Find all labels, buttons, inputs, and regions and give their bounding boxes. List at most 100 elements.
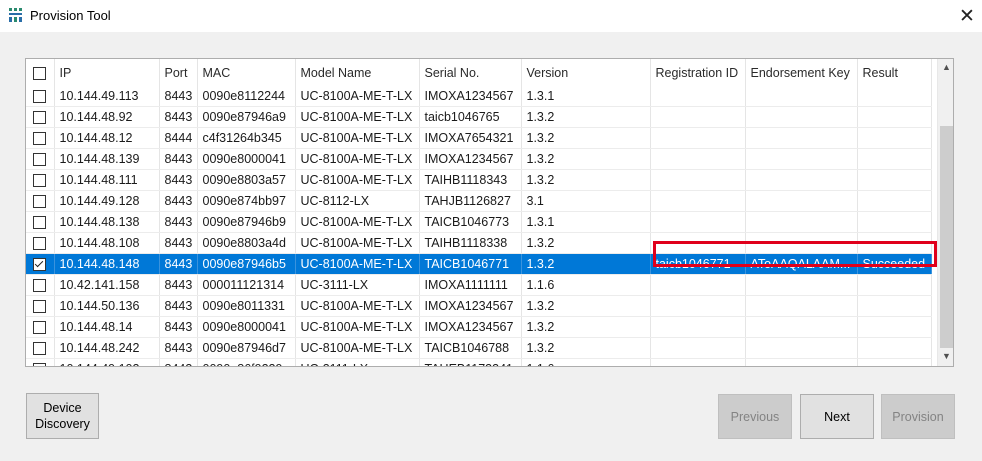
row-checkbox-cell bbox=[26, 211, 55, 233]
cell-registration-id bbox=[650, 169, 746, 191]
cell-version: 1.3.2 bbox=[521, 337, 651, 359]
column-header-select-all[interactable] bbox=[26, 59, 55, 86]
table-row[interactable]: 10.144.48.242 8443 0090e87946d7 UC-8100A-ME… bbox=[26, 337, 932, 359]
row-checkbox-cell bbox=[26, 148, 55, 170]
cell-port: 8443 bbox=[159, 190, 198, 212]
cell-result bbox=[857, 274, 932, 296]
cell-model-name: UC-8100A-ME-T-LX bbox=[295, 106, 420, 128]
table-row[interactable]: 10.144.50.136 8443 0090e8011331 UC-8100A-ME… bbox=[26, 295, 932, 317]
table-row[interactable]: 10.144.48.111 8443 0090e8803a57 UC-8100A-ME… bbox=[26, 169, 932, 191]
cell-registration-id bbox=[650, 337, 746, 359]
cell-endorsement-key bbox=[745, 211, 858, 233]
cell-serial-no: TAICB1046773 bbox=[419, 211, 522, 233]
row-checkbox[interactable] bbox=[33, 195, 47, 209]
table-row[interactable]: 10.144.48.148 8443 0090e87946b5 UC-8100A-ME… bbox=[26, 253, 932, 275]
column-header-mac[interactable]: MAC bbox=[197, 59, 296, 86]
cell-port: 8443 bbox=[159, 106, 198, 128]
cell-serial-no: taicb1046765 bbox=[419, 106, 522, 128]
previous-button[interactable]: Previous bbox=[718, 394, 792, 439]
table-row[interactable]: 10.144.49.128 8443 0090e874bb97 UC-8112-LX T… bbox=[26, 190, 932, 212]
row-checkbox[interactable] bbox=[33, 342, 47, 356]
cell-mac: 0090e87946b5 bbox=[197, 253, 296, 275]
header-row: IP Port MAC Model Name Serial No. Version Regi… bbox=[26, 59, 932, 86]
select-all-checkbox[interactable] bbox=[33, 66, 47, 80]
cell-model-name: UC-8100A-ME-T-LX bbox=[295, 169, 420, 191]
cell-serial-no: TAHEB1173341 bbox=[419, 358, 522, 366]
table-row[interactable]: 10.144.48.138 8443 0090e87946b9 UC-8100A-ME… bbox=[26, 211, 932, 233]
column-header-endorsement-key[interactable]: Endorsement Key bbox=[745, 59, 858, 86]
cell-endorsement-key bbox=[745, 337, 858, 359]
cell-serial-no: TAICB1046788 bbox=[419, 337, 522, 359]
close-icon: ✕ bbox=[959, 5, 975, 27]
row-checkbox[interactable] bbox=[33, 216, 47, 230]
cell-model-name: UC-3111-LX bbox=[295, 358, 420, 366]
cell-port: 8443 bbox=[159, 253, 198, 275]
table-row[interactable]: 10.144.48.108 8443 0090e8803a4d UC-8100A-ME… bbox=[26, 232, 932, 254]
cell-endorsement-key bbox=[745, 316, 858, 338]
row-checkbox[interactable] bbox=[33, 237, 47, 251]
table-row[interactable]: 10.144.49.10284430090e86f9229UC-3111-LXT… bbox=[26, 358, 932, 366]
cell-ip: 10.42.141.158 bbox=[54, 274, 160, 296]
cell-port: 8443 bbox=[159, 232, 198, 254]
row-checkbox[interactable] bbox=[33, 153, 47, 167]
row-checkbox[interactable] bbox=[33, 90, 47, 104]
column-header-model-name[interactable]: Model Name bbox=[295, 59, 420, 86]
cell-mac: 0090e8011331 bbox=[197, 295, 296, 317]
table-row[interactable]: 10.42.141.158 8443 000011121314 UC-3111-LX I… bbox=[26, 274, 932, 296]
cell-result bbox=[857, 316, 932, 338]
row-checkbox[interactable] bbox=[33, 174, 47, 188]
row-checkbox[interactable] bbox=[33, 363, 47, 366]
cell-port: 8443 bbox=[159, 148, 198, 170]
device-discovery-label-line2: Discovery bbox=[35, 417, 90, 431]
cell-serial-no: IMOXA1234567 bbox=[419, 295, 522, 317]
cell-mac: 0090e87946a9 bbox=[197, 106, 296, 128]
row-checkbox[interactable] bbox=[33, 300, 47, 314]
table-row[interactable]: 10.144.48.14 8443 0090e8000041 UC-8100A-ME-… bbox=[26, 316, 932, 338]
row-checkbox[interactable] bbox=[33, 279, 47, 293]
cell-endorsement-key bbox=[745, 106, 858, 128]
provision-button[interactable]: Provision bbox=[881, 394, 955, 439]
vertical-scrollbar[interactable]: ▲ ▼ bbox=[937, 59, 953, 366]
cell-port: 8443 bbox=[159, 169, 198, 191]
close-button[interactable]: ✕ bbox=[953, 2, 981, 30]
device-discovery-button[interactable]: Device Discovery bbox=[26, 393, 99, 439]
cell-ip: 10.144.48.138 bbox=[54, 211, 160, 233]
cell-ip: 10.144.48.14 bbox=[54, 316, 160, 338]
cell-mac: 0090e8112244 bbox=[197, 86, 296, 107]
cell-result bbox=[857, 358, 932, 366]
table-row[interactable]: 10.144.48.139 8443 0090e8000041 UC-8100A-ME… bbox=[26, 148, 932, 170]
cell-mac: 0090e8000041 bbox=[197, 316, 296, 338]
next-button[interactable]: Next bbox=[800, 394, 874, 439]
cell-ip: 10.144.48.148 bbox=[54, 253, 160, 275]
cell-result bbox=[857, 190, 932, 212]
column-header-port[interactable]: Port bbox=[159, 59, 198, 86]
scrollbar-thumb[interactable] bbox=[940, 126, 953, 348]
cell-endorsement-key bbox=[745, 232, 858, 254]
table-row[interactable]: 10.144.48.92 8443 0090e87946a9 UC-8100A-ME-… bbox=[26, 106, 932, 128]
cell-model-name: UC-8100A-ME-T-LX bbox=[295, 86, 420, 107]
scroll-down-icon[interactable]: ▼ bbox=[938, 348, 953, 365]
row-checkbox[interactable] bbox=[33, 111, 47, 125]
column-header-serial-no[interactable]: Serial No. bbox=[419, 59, 522, 86]
cell-model-name: UC-8100A-ME-T-LX bbox=[295, 316, 420, 338]
cell-model-name: UC-8100A-ME-T-LX bbox=[295, 127, 420, 149]
column-header-result[interactable]: Result bbox=[857, 59, 932, 86]
cell-model-name: UC-8100A-ME-T-LX bbox=[295, 295, 420, 317]
row-checkbox[interactable] bbox=[33, 258, 47, 272]
cell-result bbox=[857, 148, 932, 170]
row-checkbox[interactable] bbox=[33, 132, 47, 146]
cell-registration-id bbox=[650, 316, 746, 338]
column-header-version[interactable]: Version bbox=[521, 59, 651, 86]
column-header-ip[interactable]: IP bbox=[54, 59, 160, 86]
table-row[interactable]: 10.144.48.12 8444 c4f31264b345 UC-8100A-ME-… bbox=[26, 127, 932, 149]
table-row[interactable]: 10.144.49.113 8443 0090e8112244 UC-8100A-ME… bbox=[26, 86, 932, 107]
row-checkbox[interactable] bbox=[33, 321, 47, 335]
scroll-up-icon[interactable]: ▲ bbox=[938, 59, 953, 76]
cell-mac: 0090e8000041 bbox=[197, 148, 296, 170]
column-header-registration-id[interactable]: Registration ID bbox=[650, 59, 746, 86]
cell-registration-id bbox=[650, 274, 746, 296]
cell-port: 8443 bbox=[159, 295, 198, 317]
cell-serial-no: IMOXA1234567 bbox=[419, 86, 522, 107]
cell-serial-no: TAIHB1118343 bbox=[419, 169, 522, 191]
row-checkbox-cell bbox=[26, 106, 55, 128]
